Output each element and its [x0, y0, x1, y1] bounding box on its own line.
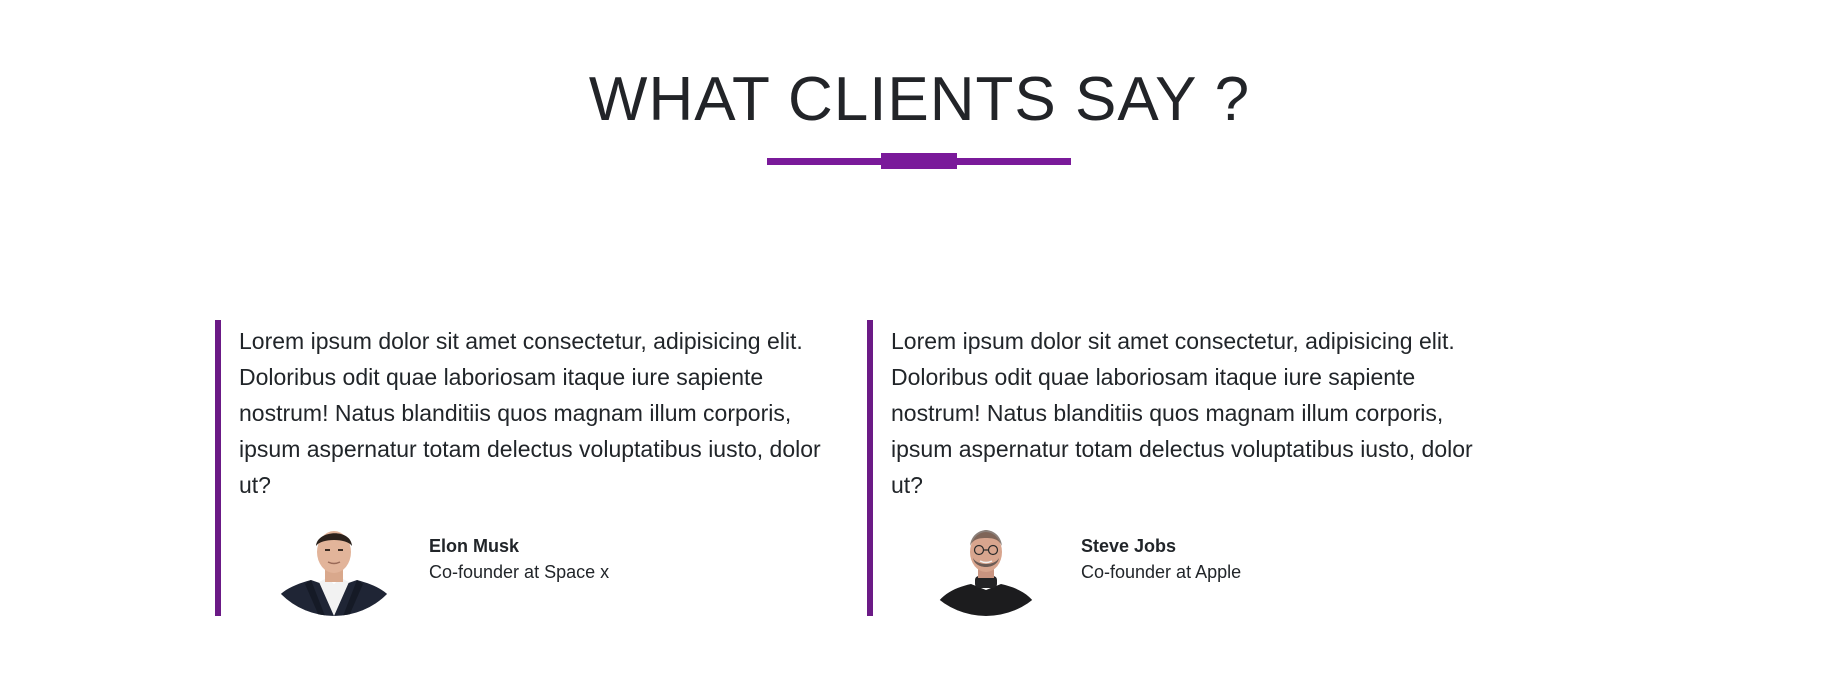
- client-role: Co-founder at Space x: [429, 562, 610, 582]
- client-author: Elon Musk Co-founder at Space x: [429, 534, 609, 586]
- testimonial-quote: Lorem ipsum dolor sit amet consectetur, …: [891, 328, 1473, 498]
- section-heading: WHAT CLIENTS SAY ?: [0, 60, 1839, 140]
- client-name: Elon Musk: [429, 536, 520, 556]
- client-author: Steve Jobs Co-founder at Apple: [1081, 534, 1241, 586]
- client-photo: [911, 524, 1061, 616]
- client-photo: [259, 524, 409, 616]
- testimonial-quote: Lorem ipsum dolor sit amet consectetur, …: [239, 328, 821, 498]
- section-title: WHAT CLIENTS SAY ?: [588, 65, 1251, 134]
- testimonial-card: Lorem ipsum dolor sit amet consectetur, …: [215, 320, 855, 616]
- underline-accent: [881, 153, 957, 169]
- testimonial-card: Lorem ipsum dolor sit amet consectetur, …: [867, 320, 1507, 616]
- client-name: Steve Jobs: [1081, 536, 1177, 556]
- title-underline: [767, 153, 1071, 169]
- client-role: Co-founder at Apple: [1081, 562, 1242, 582]
